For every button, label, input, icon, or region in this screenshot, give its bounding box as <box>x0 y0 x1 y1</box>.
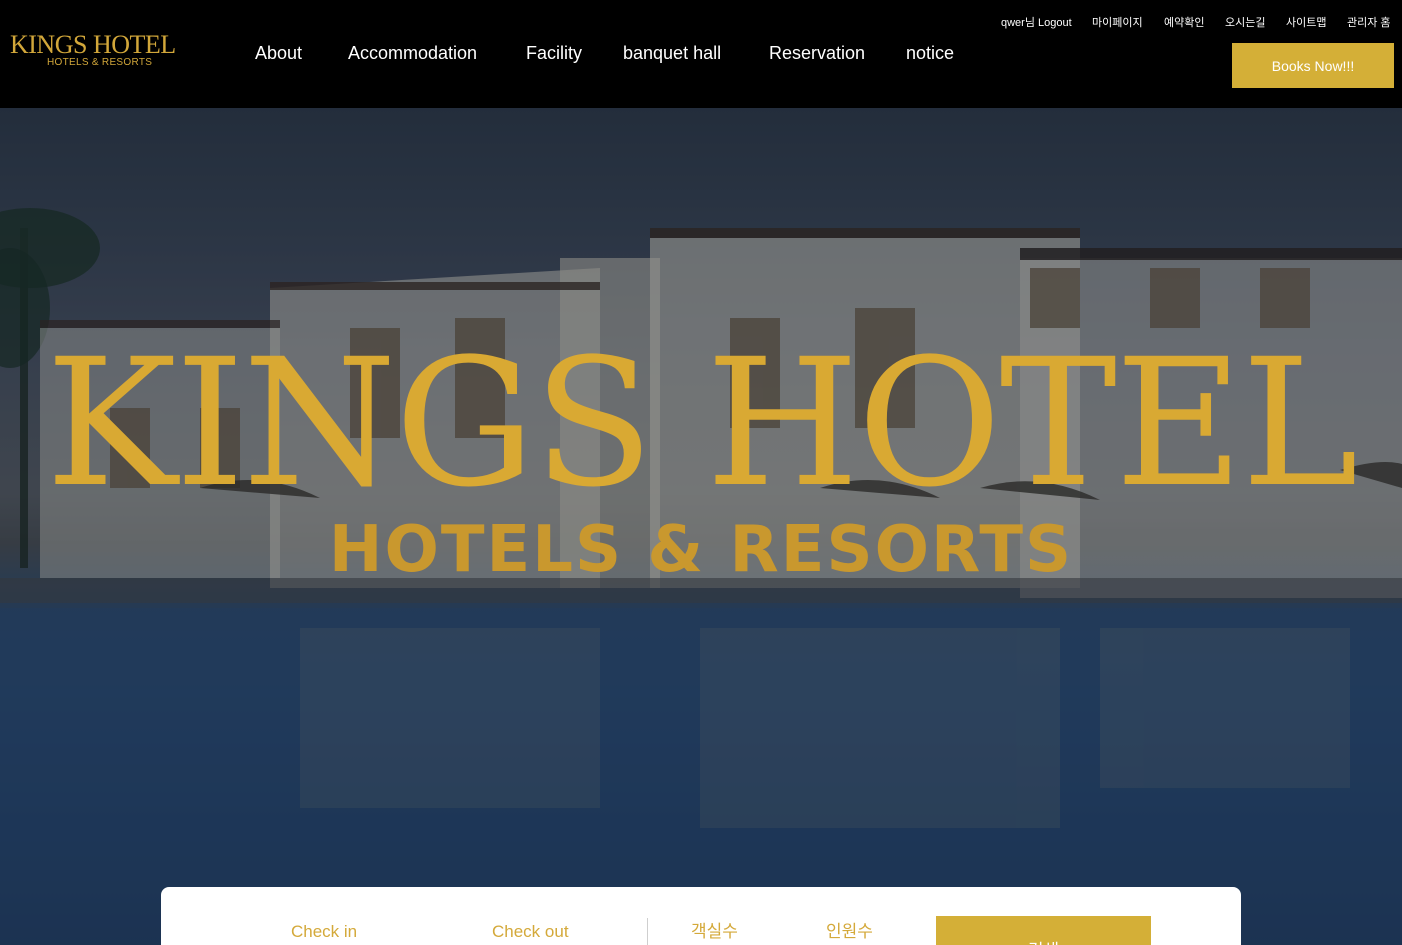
nav-about[interactable]: About <box>255 42 302 64</box>
check-out-field[interactable]: Check out <box>492 922 569 942</box>
nav-reservation[interactable]: Reservation <box>769 42 865 64</box>
directions-link[interactable]: 오시는길 <box>1225 16 1265 30</box>
booking-divider <box>647 918 648 945</box>
hero-banner: KINGS HOTEL HOTELS & RESORTS <box>0 108 1402 945</box>
nav-banquet-hall[interactable]: banquet hall <box>623 42 721 64</box>
logout-link[interactable]: qwer님 Logout <box>1001 16 1072 30</box>
mypage-link[interactable]: 마이페이지 <box>1092 16 1143 30</box>
admin-home-link[interactable]: 관리자 홈 <box>1347 16 1391 30</box>
search-button[interactable]: 검색 <box>936 916 1151 945</box>
logo[interactable]: KINGS HOTEL HOTELS & RESORTS <box>10 31 190 71</box>
hero-title: KINGS HOTEL <box>45 321 1359 526</box>
nav-accommodation[interactable]: Accommodation <box>348 42 477 64</box>
logo-subtitle: HOTELS & RESORTS <box>47 57 153 68</box>
booking-search-panel: Check in Check out 객실수 인원수 검색 <box>161 887 1241 945</box>
guest-count-field[interactable]: 인원수 <box>826 922 873 942</box>
reservation-check-link[interactable]: 예약확인 <box>1164 16 1204 30</box>
book-now-button[interactable]: Books Now!!! <box>1232 43 1394 88</box>
logo-title: KINGS HOTEL <box>10 30 176 59</box>
site-header: KINGS HOTEL HOTELS & RESORTS About Accom… <box>0 0 1402 108</box>
check-in-field[interactable]: Check in <box>291 922 357 942</box>
nav-notice[interactable]: notice <box>906 42 954 64</box>
nav-facility[interactable]: Facility <box>526 42 582 64</box>
room-count-field[interactable]: 객실수 <box>691 922 738 942</box>
sitemap-link[interactable]: 사이트맵 <box>1286 16 1326 30</box>
hero-subtitle: HOTELS & RESORTS <box>328 513 1074 587</box>
